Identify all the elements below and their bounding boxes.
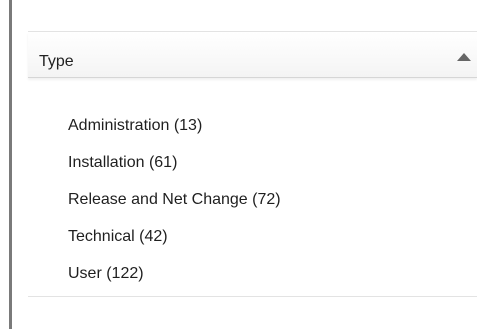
panel-bottom-divider	[28, 296, 477, 297]
type-facet-header[interactable]: Type	[28, 32, 477, 78]
facet-item-installation[interactable]: Installation (61)	[68, 154, 281, 172]
facet-item-user[interactable]: User (122)	[68, 265, 281, 283]
facet-list: Administration (13) Installation (61) Re…	[68, 117, 281, 302]
facet-item-release-and-net-change[interactable]: Release and Net Change (72)	[68, 191, 281, 209]
triangle-up-icon[interactable]	[456, 52, 472, 62]
filter-frame: Type Administration (13) Installation (6…	[0, 0, 477, 329]
facet-item-technical[interactable]: Technical (42)	[68, 228, 281, 246]
left-divider	[9, 0, 12, 329]
facet-panel: Type Administration (13) Installation (6…	[28, 0, 477, 329]
panel-top-strip	[28, 0, 477, 32]
facet-item-administration[interactable]: Administration (13)	[68, 117, 281, 135]
facet-title: Type	[39, 53, 74, 70]
